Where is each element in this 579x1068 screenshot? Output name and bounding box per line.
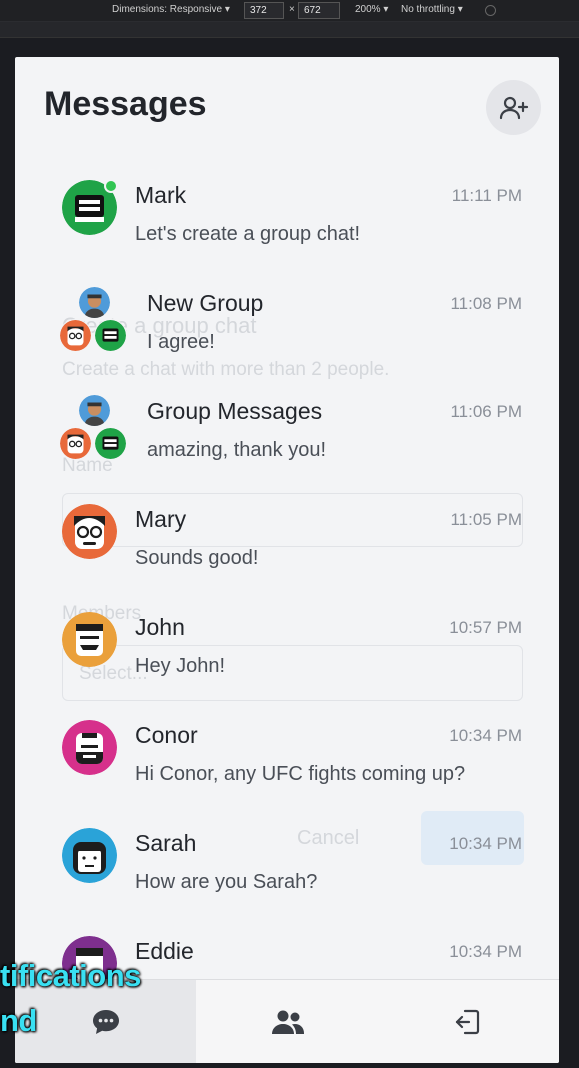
rotate-icon[interactable]: [485, 5, 496, 16]
conversation-time: 11:06 PM: [450, 402, 522, 421]
video-caption-line-1: tifications: [0, 958, 141, 993]
devtools-toolbar: Dimensions: Responsive ▾ 372 × 672 200% …: [0, 0, 579, 22]
group-member-avatar: [78, 286, 111, 319]
add-contact-button[interactable]: [486, 80, 541, 135]
conversation-row-new-group[interactable]: New Group 11:08 PM I agree!: [15, 273, 559, 381]
conor-avatar: [62, 720, 117, 775]
conversation-preview: I agree!: [147, 331, 215, 353]
throttle-dropdown[interactable]: No throttling ▾: [401, 4, 463, 15]
sarah-avatar: [62, 828, 117, 883]
online-indicator: [104, 179, 118, 193]
chat-bubble-icon: [92, 1009, 119, 1034]
app-viewport: Create a group chat Create a chat with m…: [15, 57, 559, 1063]
conversation-preview: Hey John!: [135, 655, 226, 677]
conversation-time: 11:08 PM: [450, 294, 522, 313]
conversation-row-sarah[interactable]: Sarah 10:34 PM How are you Sarah?: [15, 813, 559, 921]
conversation-time: 11:11 PM: [451, 186, 522, 205]
page-title: Messages: [44, 85, 207, 123]
conversation-list: Mark 11:11 PM Let's create a group chat!…: [15, 165, 559, 1029]
conversation-name: Conor: [135, 722, 198, 748]
conversation-time: 10:34 PM: [449, 834, 522, 853]
conversation-row-group-messages[interactable]: Group Messages 11:06 PM amazing, thank y…: [15, 381, 559, 489]
conversation-preview: Sounds good!: [135, 547, 259, 569]
header: Messages: [15, 57, 559, 157]
conversation-name: Sarah: [135, 830, 197, 856]
conversation-preview: How are you Sarah?: [135, 871, 318, 893]
conversation-preview: Hi Conor, any UFC fights coming up?: [135, 763, 466, 785]
conversation-name: New Group: [147, 290, 264, 316]
group-member-avatar: [59, 427, 92, 460]
conversation-time: 11:05 PM: [450, 510, 522, 529]
conversation-time: 10:57 PM: [449, 618, 522, 637]
conversation-time: 10:34 PM: [449, 726, 522, 745]
conversation-preview: Let's create a group chat!: [135, 223, 361, 245]
conversation-name: Mary: [135, 506, 187, 532]
conversation-time: 10:34 PM: [449, 942, 522, 961]
zoom-dropdown[interactable]: 200% ▾: [355, 4, 388, 15]
nav-tab-people[interactable]: [196, 980, 377, 1063]
conversation-row-mary[interactable]: Mary 11:05 PM Sounds good!: [15, 489, 559, 597]
conversation-name: Eddie: [135, 938, 194, 964]
dimensions-dropdown[interactable]: Dimensions: Responsive ▾: [112, 4, 230, 15]
group-member-avatar: [94, 319, 127, 352]
height-input[interactable]: 672: [298, 2, 340, 19]
conversation-row-conor[interactable]: Conor 10:34 PM Hi Conor, any UFC fights …: [15, 705, 559, 813]
user-plus-icon: [499, 96, 528, 119]
people-icon: [271, 1010, 304, 1034]
video-caption-line-2: nd: [0, 1003, 37, 1038]
conversation-name: John: [135, 614, 185, 640]
conversation-row-john[interactable]: John 10:57 PM Hey John!: [15, 597, 559, 705]
conversation-preview: amazing, thank you!: [147, 439, 326, 461]
conversation-name: Group Messages: [147, 398, 323, 424]
group-member-avatar: [78, 394, 111, 427]
logout-icon: [456, 1009, 480, 1034]
conversation-row-mark[interactable]: Mark 11:11 PM Let's create a group chat!: [15, 165, 559, 273]
conversation-name: Mark: [135, 182, 187, 208]
times-sign: ×: [289, 4, 295, 15]
nav-tab-logout[interactable]: [378, 980, 559, 1063]
group-member-avatar: [59, 319, 92, 352]
john-avatar: [62, 612, 117, 667]
width-input[interactable]: 372: [244, 2, 284, 19]
group-avatar: [59, 286, 131, 354]
mary-avatar: [62, 504, 117, 559]
group-avatar: [59, 394, 131, 462]
group-member-avatar: [94, 427, 127, 460]
devtools-ruler: [0, 22, 579, 38]
